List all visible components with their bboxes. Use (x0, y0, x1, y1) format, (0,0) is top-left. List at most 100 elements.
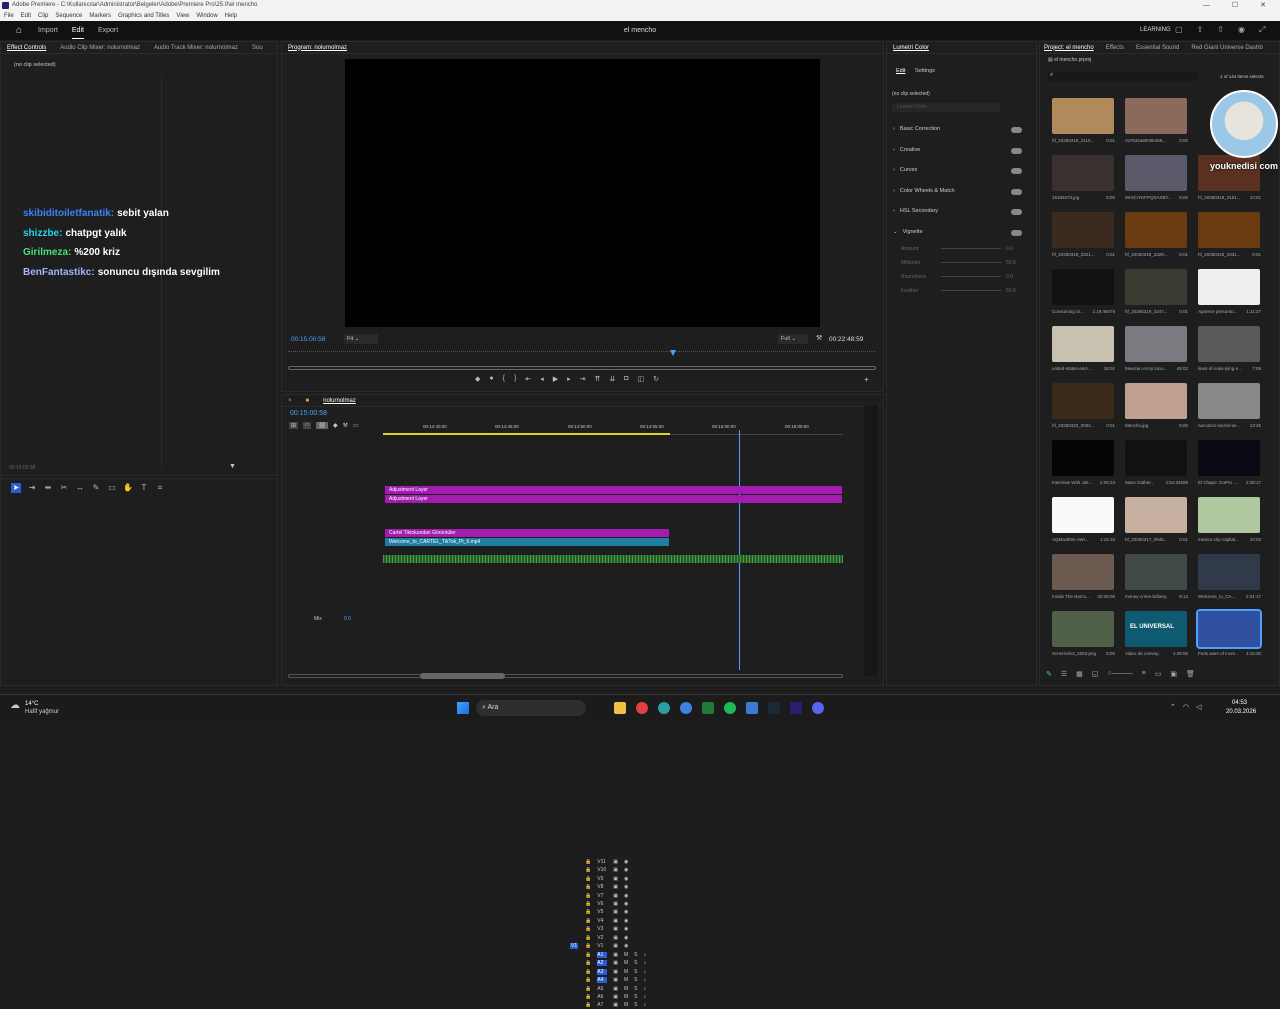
media-thumbnail[interactable] (1198, 383, 1260, 419)
media-thumbnail[interactable] (1125, 98, 1187, 134)
section-toggle[interactable] (1011, 209, 1022, 215)
sync-icon[interactable]: ▣ (613, 867, 618, 873)
lift-icon[interactable]: ⇈ (594, 375, 600, 383)
mic-icon[interactable]: ♪ (643, 960, 646, 966)
tab-lumetri[interactable]: Lumetri Color (893, 45, 929, 51)
section-toggle[interactable] (1011, 168, 1022, 174)
lock-icon[interactable]: 🔒 (585, 977, 591, 983)
eye-icon[interactable]: ◉ (624, 909, 628, 915)
trash-icon[interactable]: 🗑 (1186, 670, 1195, 678)
vignette-slider[interactable]: Roundness 0.0 (901, 274, 1013, 280)
wifi-icon[interactable]: ◠ (1183, 703, 1189, 711)
media-thumbnail[interactable] (1052, 212, 1114, 248)
mic-icon[interactable]: ♪ (643, 986, 646, 992)
media-thumbnail[interactable] (1198, 440, 1260, 476)
lock-icon[interactable]: 🔒 (585, 859, 591, 865)
type-tool-icon[interactable]: T (139, 483, 149, 493)
track-header-video[interactable]: 🔒 V9 ▣ ◉ (572, 875, 662, 883)
lock-icon[interactable]: 🔒 (585, 960, 591, 966)
menu-graphics[interactable]: Graphics and Titles (118, 11, 169, 21)
edge-icon[interactable] (658, 702, 670, 714)
program-ruler[interactable] (288, 351, 876, 357)
tab-project[interactable]: Project: el mencho (1044, 45, 1094, 51)
snap-icon[interactable]: ∩ (303, 422, 312, 429)
caption-tool-icon[interactable]: ⌗ (155, 483, 165, 493)
media-thumbnail[interactable] (1125, 383, 1187, 419)
track-header-video[interactable]: 🔒 V1 ▣ ◉ V1 (570, 942, 662, 950)
sync-icon[interactable]: ▣ (613, 994, 618, 1000)
track-header-video[interactable]: 🔒 V10 ▣ ◉ (572, 866, 662, 874)
chrome-icon[interactable] (636, 702, 648, 714)
lock-icon[interactable]: 🔒 (585, 893, 591, 899)
media-thumbnail[interactable] (1125, 497, 1187, 533)
lock-icon[interactable]: 🔒 (585, 884, 591, 890)
slider-track[interactable] (941, 276, 1001, 277)
zoom-scroll[interactable] (288, 366, 876, 370)
solo-icon[interactable]: S (634, 977, 637, 983)
track-header-audio[interactable]: 🔒 A3 ▣ M S ♪ (572, 968, 662, 976)
lumetri-section[interactable]: › Creative (893, 147, 920, 153)
eye-icon[interactable]: ◉ (624, 859, 628, 865)
lock-icon[interactable]: 🔒 (585, 901, 591, 907)
media-thumbnail[interactable] (1052, 155, 1114, 191)
new-item-icon[interactable]: ▣ (1170, 670, 1177, 678)
track-select-icon[interactable]: ⇥ (27, 483, 37, 493)
mic-icon[interactable]: ♪ (643, 1002, 646, 1008)
clip-cartel-footage[interactable]: Cartel Tiktokundan Görüntüler (385, 529, 669, 537)
chevron-up-icon[interactable]: ⌃ (1170, 703, 1176, 711)
media-thumbnail[interactable] (1198, 554, 1260, 590)
track-header-audio[interactable]: 🔒 A7 ▣ M S ♪ (572, 1001, 662, 1009)
linked-icon[interactable]: ⛓ (316, 422, 328, 429)
lumetri-section[interactable]: › Curves (893, 167, 917, 173)
menu-file[interactable]: File (4, 11, 14, 21)
eye-icon[interactable]: ◉ (624, 935, 628, 941)
timeline-scrollbar[interactable] (288, 674, 843, 678)
share-icon[interactable]: ⇪ (1197, 25, 1204, 35)
mute-icon[interactable]: M (624, 986, 628, 992)
filter-icon[interactable]: ▼ (229, 463, 236, 470)
media-thumbnail[interactable] (1198, 269, 1260, 305)
sync-icon[interactable]: ▣ (613, 986, 618, 992)
track-header-audio[interactable]: 🔒 A6 ▣ M S ♪ (572, 993, 662, 1001)
lock-icon[interactable]: 🔒 (585, 986, 591, 992)
menu-help[interactable]: Help (225, 11, 237, 21)
compare-icon[interactable]: ◫ (637, 375, 644, 383)
fit-dropdown[interactable]: Fit ⌄ (344, 334, 378, 344)
lock-icon[interactable]: 🔒 (585, 876, 591, 882)
close-icon[interactable]: ✕ (1260, 0, 1266, 11)
close-tab-icon[interactable]: × (288, 398, 292, 404)
mark-out-icon[interactable]: } (514, 375, 516, 383)
go-to-out-icon[interactable]: ⇥ (580, 375, 586, 383)
eye-icon[interactable]: ◉ (624, 876, 628, 882)
tab-essential-sound[interactable]: Essential Sound (1136, 45, 1179, 51)
media-thumbnail[interactable] (1198, 326, 1260, 362)
media-thumbnail[interactable] (1198, 212, 1260, 248)
track-header-video[interactable]: 🔒 V3 ▣ ◉ (572, 925, 662, 933)
lock-icon[interactable]: 🔒 (585, 909, 591, 915)
media-thumbnail[interactable] (1125, 269, 1187, 305)
track-header-video[interactable]: 🔒 V5 ▣ ◉ (572, 908, 662, 916)
lumetri-section[interactable]: › HSL Secondary (893, 208, 938, 214)
fullscreen-icon[interactable]: ⤢ (1259, 25, 1265, 35)
sync-icon[interactable]: ▣ (613, 1002, 618, 1008)
tab-effect-controls[interactable]: Effect Controls (7, 45, 46, 51)
minimize-icon[interactable]: — (1203, 0, 1210, 11)
lumetri-section[interactable]: › Basic Correction (893, 126, 940, 132)
tab-red-giant[interactable]: Red Giant Universe Dashb (1191, 45, 1262, 51)
play-icon[interactable]: ▶ (553, 375, 558, 383)
tab-effects[interactable]: Effects (1106, 45, 1124, 51)
track-header-video[interactable]: 🔒 V7 ▣ ◉ (572, 892, 662, 900)
lock-icon[interactable]: 🔒 (585, 918, 591, 924)
audio-clip-a1[interactable] (383, 555, 843, 563)
track-header-audio[interactable]: 🔒 A2 ▣ M S ♪ (572, 959, 662, 967)
wrench-icon[interactable]: ⚒ (816, 334, 822, 342)
add-marker-icon[interactable]: ● (489, 375, 493, 383)
track-header-audio[interactable]: 🔒 A5 ▣ M S ♪ (572, 985, 662, 993)
lock-icon[interactable]: 🔒 (585, 969, 591, 975)
steam-icon[interactable] (768, 702, 780, 714)
slider-track[interactable] (941, 290, 1001, 291)
section-toggle[interactable] (1011, 147, 1022, 154)
slider-track[interactable] (941, 248, 1001, 249)
media-thumbnail[interactable] (1052, 383, 1114, 419)
add-marker-timeline-icon[interactable]: ◆ (333, 422, 338, 429)
